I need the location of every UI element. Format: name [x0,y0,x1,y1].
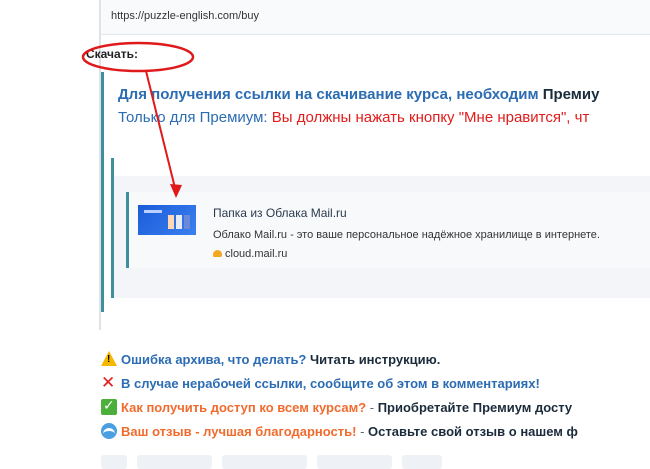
quote-header [114,158,650,176]
like-button-notice: Вы должны нажать кнопку "Мне нравится", … [271,109,590,126]
buy-premium-link[interactable]: Приобретайте Премиум досту [378,400,572,415]
archive-error-link[interactable]: Ошибка архива, что делать? [121,352,306,367]
download-info-box: Для получения ссылки на скачивание курса… [101,72,650,312]
thumb-detail [168,215,174,229]
premium-only-text: Только для Премиум: Вы должны нажать кно… [118,109,589,126]
access-dash: - [366,400,378,415]
thumb-detail [144,210,162,213]
premium-required-text: Для получения ссылки на скачивание курса… [118,86,599,103]
wave-icon [101,423,117,439]
broken-link-text[interactable]: В случае нерабочей ссылки, сообщите об э… [121,376,540,391]
url-box: https://puzzle-english.com/buy [101,0,650,35]
read-instruction-link[interactable]: Читать инструкцию. [306,352,440,367]
preview-title[interactable]: Папка из Облака Mail.ru [213,206,347,220]
thumb-detail [184,215,190,229]
hidden-content-quote: Папка из Облака Mail.ru Облако Mail.ru -… [111,158,650,298]
preview-description: Облако Mail.ru - это ваше персональное н… [213,229,600,241]
cloud-icon [213,250,222,257]
preview-site-label: cloud.mail.ru [225,248,288,260]
premium-required-dark: Премиу [542,86,600,103]
leave-review-link[interactable]: Оставьте свой отзыв о нашем ф [368,424,578,439]
review-dash: - [356,424,369,439]
preview-thumbnail[interactable] [138,205,196,235]
link-preview-card[interactable]: Папка из Облака Mail.ru Облако Mail.ru -… [126,192,650,268]
access-question-link[interactable]: Как получить доступ ко всем курсам? [121,400,366,415]
premium-only-blue: Только для Премиум: [118,109,272,126]
broken-link-line: ✕ В случае нерабочей ссылки, сообщите об … [101,373,540,392]
archive-error-line: ! Ошибка архива, что делать? Читать инстр… [101,351,440,367]
download-label: Скачать: [86,47,138,61]
warning-icon: ! [101,351,117,367]
preview-site[interactable]: cloud.mail.ru [213,248,287,260]
review-text: Ваш отзыв - лучшая благодарность! [121,424,357,439]
bottom-button[interactable] [137,455,212,469]
premium-required-blue: Для получения ссылки на скачивание курса… [118,86,543,103]
bottom-button[interactable] [317,455,392,469]
url-text[interactable]: https://puzzle-english.com/buy [111,10,259,22]
access-line: ✓ Как получить доступ ко всем курсам? - П… [101,397,572,415]
cross-icon: ✕ [101,373,116,392]
thumb-detail [176,215,182,229]
bottom-button[interactable] [222,455,307,469]
review-line: Ваш отзыв - лучшая благодарность! - Оста… [101,423,578,439]
bottom-button[interactable] [402,455,442,469]
bottom-button[interactable] [101,455,127,469]
check-icon: ✓ [101,397,117,415]
